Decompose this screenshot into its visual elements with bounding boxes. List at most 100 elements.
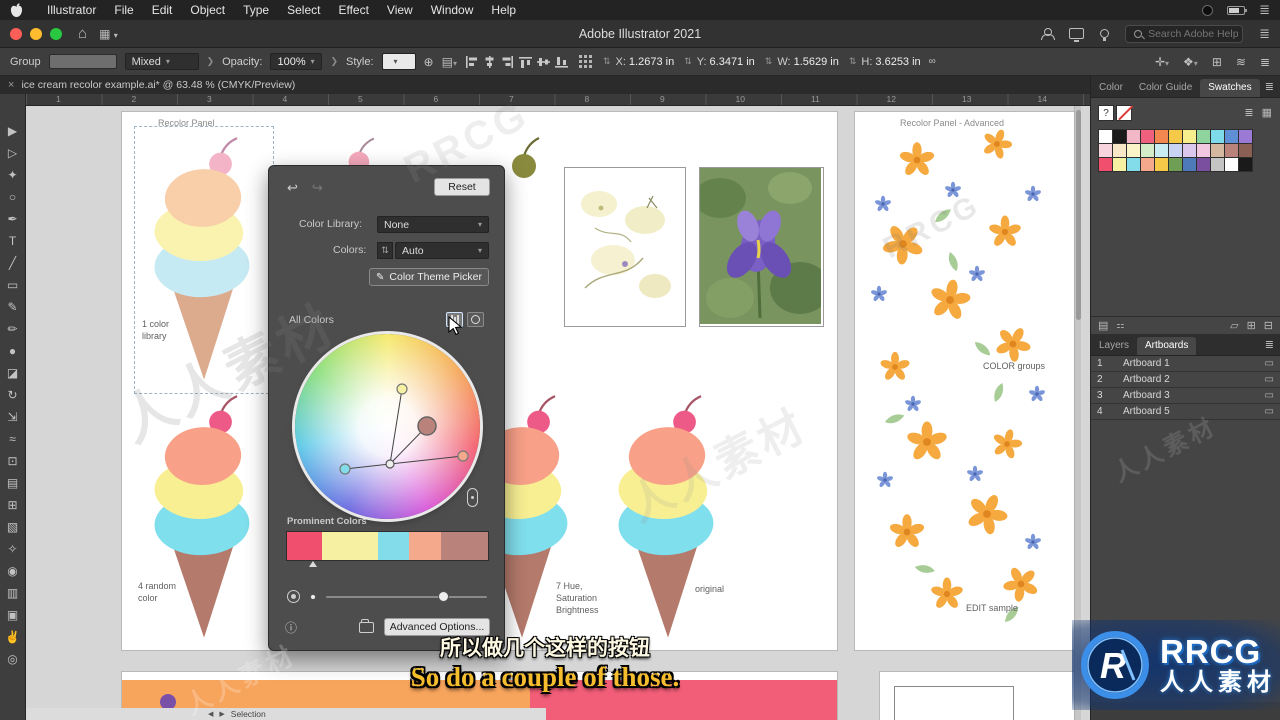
align-left-icon[interactable] bbox=[465, 55, 478, 68]
swatch[interactable] bbox=[1197, 130, 1210, 143]
stroke-width-dropdown[interactable]: Mixed ▾ bbox=[124, 53, 199, 70]
tool-button[interactable]: ▭ bbox=[1, 274, 25, 296]
ice-cream-original[interactable] bbox=[602, 388, 732, 650]
tool-button[interactable]: ⊞ bbox=[1, 494, 25, 516]
prominent-color-swatch[interactable] bbox=[409, 532, 441, 560]
tool-button[interactable]: ◪ bbox=[1, 362, 25, 384]
shape-properties-icon[interactable]: ❖▾ bbox=[1183, 56, 1198, 68]
redo-icon[interactable]: ↪ bbox=[312, 180, 323, 196]
swatch[interactable] bbox=[1127, 144, 1140, 157]
tool-button[interactable]: T bbox=[1, 230, 25, 252]
unknown-swatch[interactable]: ? bbox=[1099, 106, 1113, 120]
swatch[interactable] bbox=[1239, 144, 1252, 157]
tool-button[interactable]: ≈ bbox=[1, 428, 25, 450]
tool-button[interactable]: ▣ bbox=[1, 604, 25, 626]
tab-layers[interactable]: Layers bbox=[1091, 337, 1137, 355]
swatch[interactable] bbox=[1113, 130, 1126, 143]
menu-item[interactable]: Effect bbox=[329, 3, 377, 17]
tool-button[interactable]: ✦ bbox=[1, 164, 25, 186]
field-stepper[interactable]: ⇅ bbox=[765, 56, 773, 67]
document-close-icon[interactable]: × bbox=[8, 79, 14, 91]
color-wheel-handles[interactable] bbox=[295, 334, 480, 519]
menu-extras-icon[interactable]: ≣ bbox=[1259, 2, 1270, 18]
document-tab-title[interactable]: ice cream recolor example.ai* @ 63.48 % … bbox=[21, 79, 295, 91]
slider-handle[interactable] bbox=[438, 590, 449, 602]
artboard-name[interactable]: Artboard 3 bbox=[1123, 390, 1265, 401]
transform-panel-icon[interactable]: ✛▾ bbox=[1155, 56, 1169, 68]
artboard-next-icon[interactable]: ▶ bbox=[219, 710, 224, 718]
gpu-preview-icon[interactable] bbox=[1069, 28, 1085, 42]
list-view-icon[interactable]: ≣ bbox=[1244, 106, 1253, 119]
swatch-libraries-icon[interactable]: ▤ bbox=[1098, 319, 1108, 332]
titlebar-menu-icon[interactable]: ≣ bbox=[1259, 26, 1270, 42]
artboard-prev-icon[interactable]: ◀ bbox=[208, 710, 213, 718]
menu-item[interactable]: Help bbox=[482, 3, 525, 17]
prominent-color-swatch[interactable] bbox=[287, 532, 322, 560]
ice-cream-pastel[interactable] bbox=[138, 130, 268, 392]
swatch[interactable] bbox=[1197, 144, 1210, 157]
swatch[interactable] bbox=[1127, 130, 1140, 143]
menu-item[interactable]: View bbox=[378, 3, 422, 17]
swatch[interactable] bbox=[1141, 158, 1154, 171]
field-stepper[interactable]: ⇅ bbox=[684, 56, 692, 67]
menu-item[interactable]: Select bbox=[278, 3, 329, 17]
field-value[interactable]: 6.3471 in bbox=[710, 56, 755, 68]
color-wheel-view-button[interactable] bbox=[467, 312, 484, 327]
tool-button[interactable]: ▤ bbox=[1, 472, 25, 494]
new-color-group-icon[interactable]: ▱ bbox=[1230, 319, 1238, 332]
swatch[interactable] bbox=[1113, 144, 1126, 157]
swatch[interactable] bbox=[1169, 144, 1182, 157]
menu-item[interactable]: Window bbox=[422, 3, 483, 17]
flower-sketch-image[interactable] bbox=[565, 168, 685, 326]
tool-button[interactable]: ▧ bbox=[1, 516, 25, 538]
prominent-marker[interactable] bbox=[309, 561, 317, 567]
tab-swatches[interactable]: Swatches bbox=[1200, 79, 1260, 97]
reference-point-locator[interactable] bbox=[578, 55, 592, 68]
isolate-icon[interactable]: ⊞ bbox=[1212, 56, 1222, 68]
artboard-page-icon[interactable]: ▭ bbox=[1265, 390, 1274, 401]
home-icon[interactable]: ⌂ bbox=[78, 25, 87, 42]
color-library-dropdown[interactable]: None ▾ bbox=[377, 216, 489, 233]
reset-button[interactable]: Reset bbox=[434, 178, 490, 196]
menu-item[interactable]: File bbox=[105, 3, 142, 17]
artboard-name[interactable]: Artboard 1 bbox=[1123, 358, 1265, 369]
swatch[interactable] bbox=[1141, 130, 1154, 143]
tool-button[interactable]: ○ bbox=[1, 186, 25, 208]
arrange-documents-icon[interactable]: ▦ ▾ bbox=[99, 27, 118, 41]
swatch[interactable] bbox=[1169, 130, 1182, 143]
align-bottom-icon[interactable] bbox=[554, 56, 568, 68]
align-top-icon[interactable] bbox=[518, 56, 532, 68]
colors-stepper[interactable]: ⇅ bbox=[377, 242, 393, 259]
tool-button[interactable]: ╱ bbox=[1, 252, 25, 274]
colors-dropdown[interactable]: Auto ▾ bbox=[395, 242, 489, 259]
swatch[interactable] bbox=[1155, 158, 1168, 171]
window-zoom-button[interactable] bbox=[50, 27, 62, 40]
artboard-name[interactable]: Artboard 5 bbox=[1123, 406, 1265, 417]
swatch[interactable] bbox=[1225, 144, 1238, 157]
tool-button[interactable]: ⇲ bbox=[1, 406, 25, 428]
workspace-icon[interactable]: ≋ bbox=[1236, 56, 1246, 68]
constrain-proportions-icon[interactable]: ∞ bbox=[929, 56, 936, 67]
swatch[interactable] bbox=[1099, 130, 1112, 143]
document-setup-icon[interactable]: ⊕ bbox=[424, 56, 434, 68]
thumbnail-view-icon[interactable]: ▦ bbox=[1262, 106, 1272, 119]
swatch[interactable] bbox=[1169, 158, 1182, 171]
opacity-dropdown[interactable]: 100% ▾ bbox=[270, 53, 323, 70]
discover-lightbulb-icon[interactable] bbox=[1100, 29, 1110, 41]
tool-button[interactable]: ▶ bbox=[1, 120, 25, 142]
tool-button[interactable]: ✒ bbox=[1, 208, 25, 230]
prominent-color-swatch[interactable] bbox=[440, 532, 488, 560]
window-minimize-button[interactable] bbox=[30, 27, 42, 40]
swatch[interactable] bbox=[1225, 130, 1238, 143]
field-value[interactable]: 1.2673 in bbox=[629, 56, 674, 68]
preferences-icon[interactable]: ▤▾ bbox=[442, 56, 457, 68]
prominent-color-swatch[interactable] bbox=[377, 532, 410, 560]
panel-menu-icon[interactable]: ≣ bbox=[1265, 80, 1274, 93]
field-value[interactable]: 3.6253 in bbox=[875, 56, 920, 68]
slider-min-dot[interactable] bbox=[310, 593, 316, 600]
artboard-row[interactable]: 1 Artboard 1 ▭ bbox=[1091, 356, 1280, 372]
artboards-panel-menu-icon[interactable]: ≣ bbox=[1265, 338, 1274, 351]
saturation-slider[interactable] bbox=[326, 590, 487, 602]
menu-item[interactable]: Type bbox=[234, 3, 278, 17]
screen-record-icon[interactable] bbox=[1202, 4, 1214, 16]
